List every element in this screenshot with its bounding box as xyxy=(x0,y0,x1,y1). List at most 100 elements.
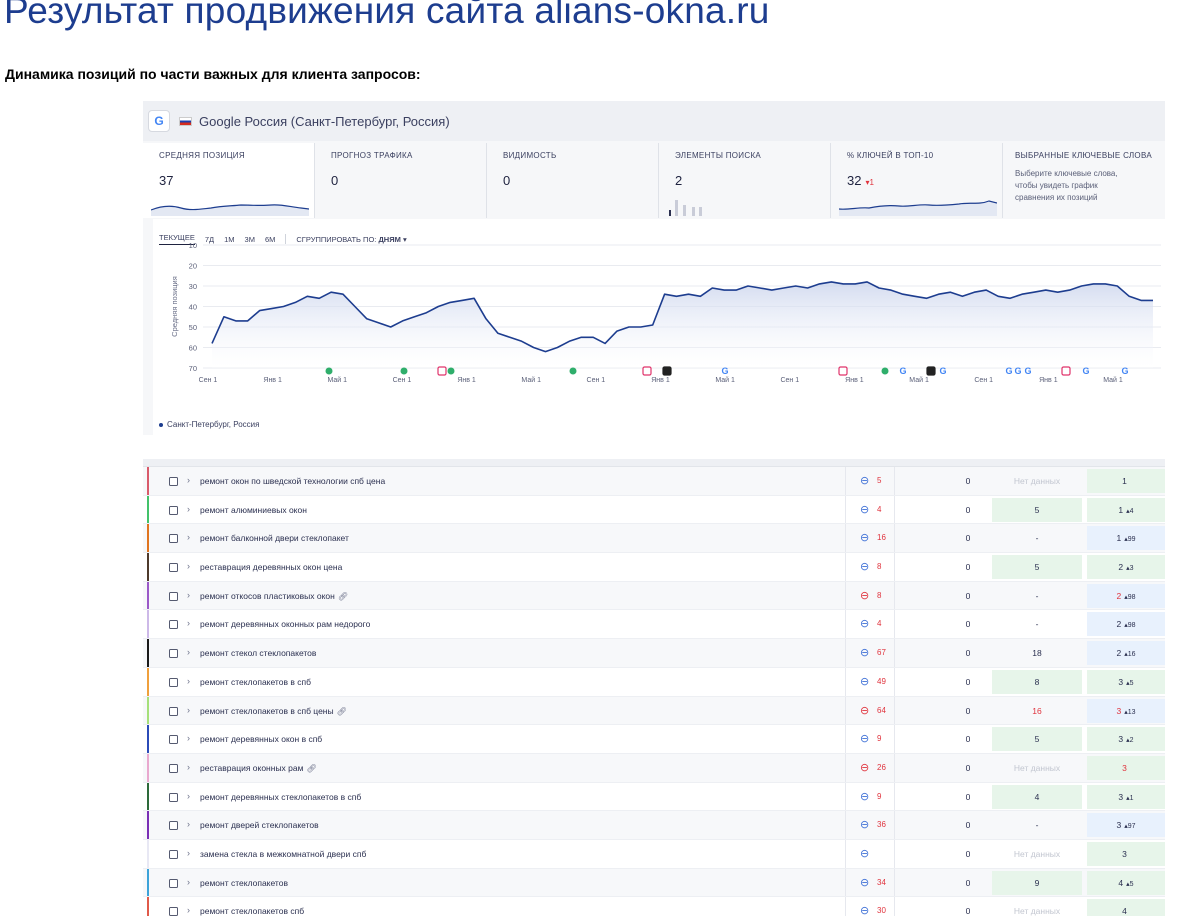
chevron-right-icon[interactable]: › xyxy=(187,618,190,628)
row-checkbox[interactable] xyxy=(169,563,178,573)
links-cell[interactable]: ⊖ 4 xyxy=(845,495,895,524)
traffic-cell: 0 xyxy=(965,619,971,630)
row-checkbox[interactable] xyxy=(169,620,178,630)
table-row[interactable]: › ремонт стекол стеклопакетов ⊖ 67 0 18 2 ▴16 xyxy=(143,639,1165,668)
metric-top10-share[interactable]: % ключей в топ-10 32 ▾1 xyxy=(831,143,1003,218)
row-checkbox[interactable] xyxy=(169,477,178,486)
metric-visibility[interactable]: Видимость 0 xyxy=(487,143,659,218)
metric-search-elements[interactable]: Элементы поиска 2 xyxy=(659,143,831,218)
link-icon[interactable]: 🔗︎ xyxy=(306,764,316,773)
table-row[interactable]: › реставрация оконных рам 🔗︎ ⊖ 26 0 Нет данных… xyxy=(143,753,1165,783)
keyword-cell[interactable]: ремонт дверей стеклопакетов xyxy=(200,820,319,830)
keyword-cell[interactable]: ремонт стеклопакетов в спб цены 🔗︎ xyxy=(200,706,347,716)
row-checkbox[interactable] xyxy=(169,763,178,773)
table-row[interactable]: › ремонт деревянных окон в спб ⊖ 9 0 5 3 ▴2 xyxy=(143,725,1165,754)
chevron-right-icon[interactable]: › xyxy=(187,561,190,571)
keyword-cell[interactable]: ремонт балконной двери стеклопакет xyxy=(200,533,349,543)
event-plus-icon xyxy=(325,367,333,375)
row-checkbox[interactable] xyxy=(169,878,178,888)
row-checkbox[interactable] xyxy=(169,907,178,916)
row-checkbox[interactable] xyxy=(169,735,178,745)
table-row[interactable]: › ремонт откосов пластиковых окон 🔗︎ ⊖ 8 0-2 ▴… xyxy=(143,581,1165,611)
chevron-right-icon[interactable]: › xyxy=(187,848,190,858)
previous-position-cell: Нет данных xyxy=(1013,762,1061,773)
keyword-cell[interactable]: реставрация оконных рам 🔗︎ xyxy=(200,763,317,773)
links-cell[interactable]: ⊖ 9 xyxy=(845,725,895,753)
keyword-cell[interactable]: ремонт стекол стеклопакетов xyxy=(200,648,316,658)
keyword-cell[interactable]: ремонт деревянных оконных рам недорого xyxy=(200,619,370,629)
table-row[interactable]: › ремонт окон по шведской технологии спб … xyxy=(143,467,1165,496)
chart-legend[interactable]: Санкт-Петербург, Россия xyxy=(159,420,259,429)
keyword-cell[interactable]: ремонт откосов пластиковых окон 🔗︎ xyxy=(200,591,348,601)
links-cell[interactable]: ⊖ 16 xyxy=(845,524,895,553)
previous-position-cell: 5 xyxy=(992,727,1082,752)
links-cell[interactable]: ⊖ 64 xyxy=(845,696,895,725)
row-checkbox[interactable] xyxy=(169,792,178,802)
keyword-cell[interactable]: ремонт стеклопакетов xyxy=(200,878,288,888)
chevron-right-icon[interactable]: › xyxy=(187,733,190,743)
links-cell[interactable]: ⊖ 30 xyxy=(845,897,895,916)
table-row[interactable]: › реставрация деревянных окон цена ⊖ 8 0 5 2 ▴3 xyxy=(143,553,1165,582)
chevron-right-icon[interactable]: › xyxy=(187,504,190,514)
google-icon[interactable]: G xyxy=(148,110,170,132)
links-cell[interactable]: ⊖ 49 xyxy=(845,667,895,696)
chevron-right-icon[interactable]: › xyxy=(187,590,190,600)
keyword-cell[interactable]: ремонт стеклопакетов спб xyxy=(200,906,304,916)
keyword-cell[interactable]: ремонт деревянных окон в спб xyxy=(200,734,322,744)
links-cell[interactable]: ⊖ 4 xyxy=(845,610,895,639)
keyword-cell[interactable]: реставрация деревянных окон цена xyxy=(200,562,342,572)
links-cell[interactable]: ⊖ 9 xyxy=(845,782,895,811)
table-row[interactable]: › ремонт стеклопакетов спб ⊖ 30 0 Нет данных 4 xyxy=(143,897,1165,916)
metric-selected-keywords[interactable]: Выбранные ключевые слова Выберите ключев… xyxy=(1003,143,1163,218)
table-row[interactable]: › ремонт деревянных стеклопакетов в спб ⊖ 9… xyxy=(143,782,1165,812)
links-cell[interactable]: ⊖ 8 xyxy=(845,553,895,581)
chevron-right-icon[interactable]: › xyxy=(187,705,190,715)
chevron-right-icon[interactable]: › xyxy=(187,676,190,686)
links-cell[interactable]: ⊖ xyxy=(845,839,895,868)
x-tick-label: Янв 1 xyxy=(1039,377,1058,384)
chevron-right-icon[interactable]: › xyxy=(187,791,190,801)
chevron-right-icon[interactable]: › xyxy=(187,475,190,485)
links-cell[interactable]: ⊖ 36 xyxy=(845,811,895,839)
table-row[interactable]: › ремонт дверей стеклопакетов ⊖ 36 0 - 3 ▴97 xyxy=(143,811,1165,840)
links-cell[interactable]: ⊖ 67 xyxy=(845,639,895,667)
link-icon[interactable]: 🔗︎ xyxy=(337,707,347,716)
table-row[interactable]: › ремонт деревянных оконных рам недорого ⊖… xyxy=(143,610,1165,640)
keyword-cell[interactable]: замена стекла в межкомнатной двери спб xyxy=(200,849,366,859)
row-checkbox[interactable] xyxy=(169,849,178,859)
row-checkbox[interactable] xyxy=(169,591,178,601)
chevron-right-icon[interactable]: › xyxy=(187,905,190,915)
table-row[interactable]: › замена стекла в межкомнатной двери спб ⊖… xyxy=(143,839,1165,869)
row-checkbox[interactable] xyxy=(169,505,178,515)
links-cell[interactable]: ⊖ 34 xyxy=(845,868,895,897)
row-checkbox[interactable] xyxy=(169,821,178,831)
keyword-cell[interactable]: ремонт окон по шведской технологии спб ц… xyxy=(200,476,385,486)
row-checkbox[interactable] xyxy=(169,677,178,687)
table-row[interactable]: › ремонт стеклопакетов ⊖ 34 0 9 4 ▴5 xyxy=(143,868,1165,898)
metric-avg-position[interactable]: Средняя позиция 37 xyxy=(143,143,315,218)
link-icon: ⊖ xyxy=(860,589,870,602)
row-checkbox[interactable] xyxy=(169,706,178,716)
keyword-cell[interactable]: ремонт алюминиевых окон xyxy=(200,505,307,515)
chevron-right-icon[interactable]: › xyxy=(187,877,190,887)
links-cell[interactable]: ⊖ 5 xyxy=(845,467,895,495)
row-checkbox[interactable] xyxy=(169,649,178,659)
chevron-right-icon[interactable]: › xyxy=(187,762,190,772)
metric-traffic-forecast[interactable]: Прогноз трафика 0 xyxy=(315,143,487,218)
table-row[interactable]: › ремонт стеклопакетов в спб цены 🔗︎ ⊖ 64 0 16… xyxy=(143,696,1165,726)
keyword-cell[interactable]: ремонт стеклопакетов в спб xyxy=(200,677,311,687)
links-cell[interactable]: ⊖ 8 xyxy=(845,581,895,610)
chevron-right-icon[interactable]: › xyxy=(187,532,190,542)
chevron-right-icon[interactable]: › xyxy=(187,819,190,829)
chevron-right-icon[interactable]: › xyxy=(187,647,190,657)
link-icon[interactable]: 🔗︎ xyxy=(338,592,348,601)
keyword-cell[interactable]: ремонт деревянных стеклопакетов в спб xyxy=(200,792,361,802)
event-google-icon: G xyxy=(1024,366,1031,376)
row-checkbox[interactable] xyxy=(169,534,178,544)
position-value: 3 xyxy=(1122,762,1127,773)
table-row[interactable]: › ремонт стеклопакетов в спб ⊖ 49 0 8 3 ▴5 xyxy=(143,667,1165,697)
links-cell[interactable]: ⊖ 26 xyxy=(845,753,895,782)
table-row[interactable]: › ремонт алюминиевых окон ⊖ 4 0 5 1 ▴4 xyxy=(143,495,1165,525)
table-row[interactable]: › ремонт балконной двери стеклопакет ⊖ 16 0 -… xyxy=(143,524,1165,554)
traffic-cell: 0 xyxy=(965,562,971,573)
